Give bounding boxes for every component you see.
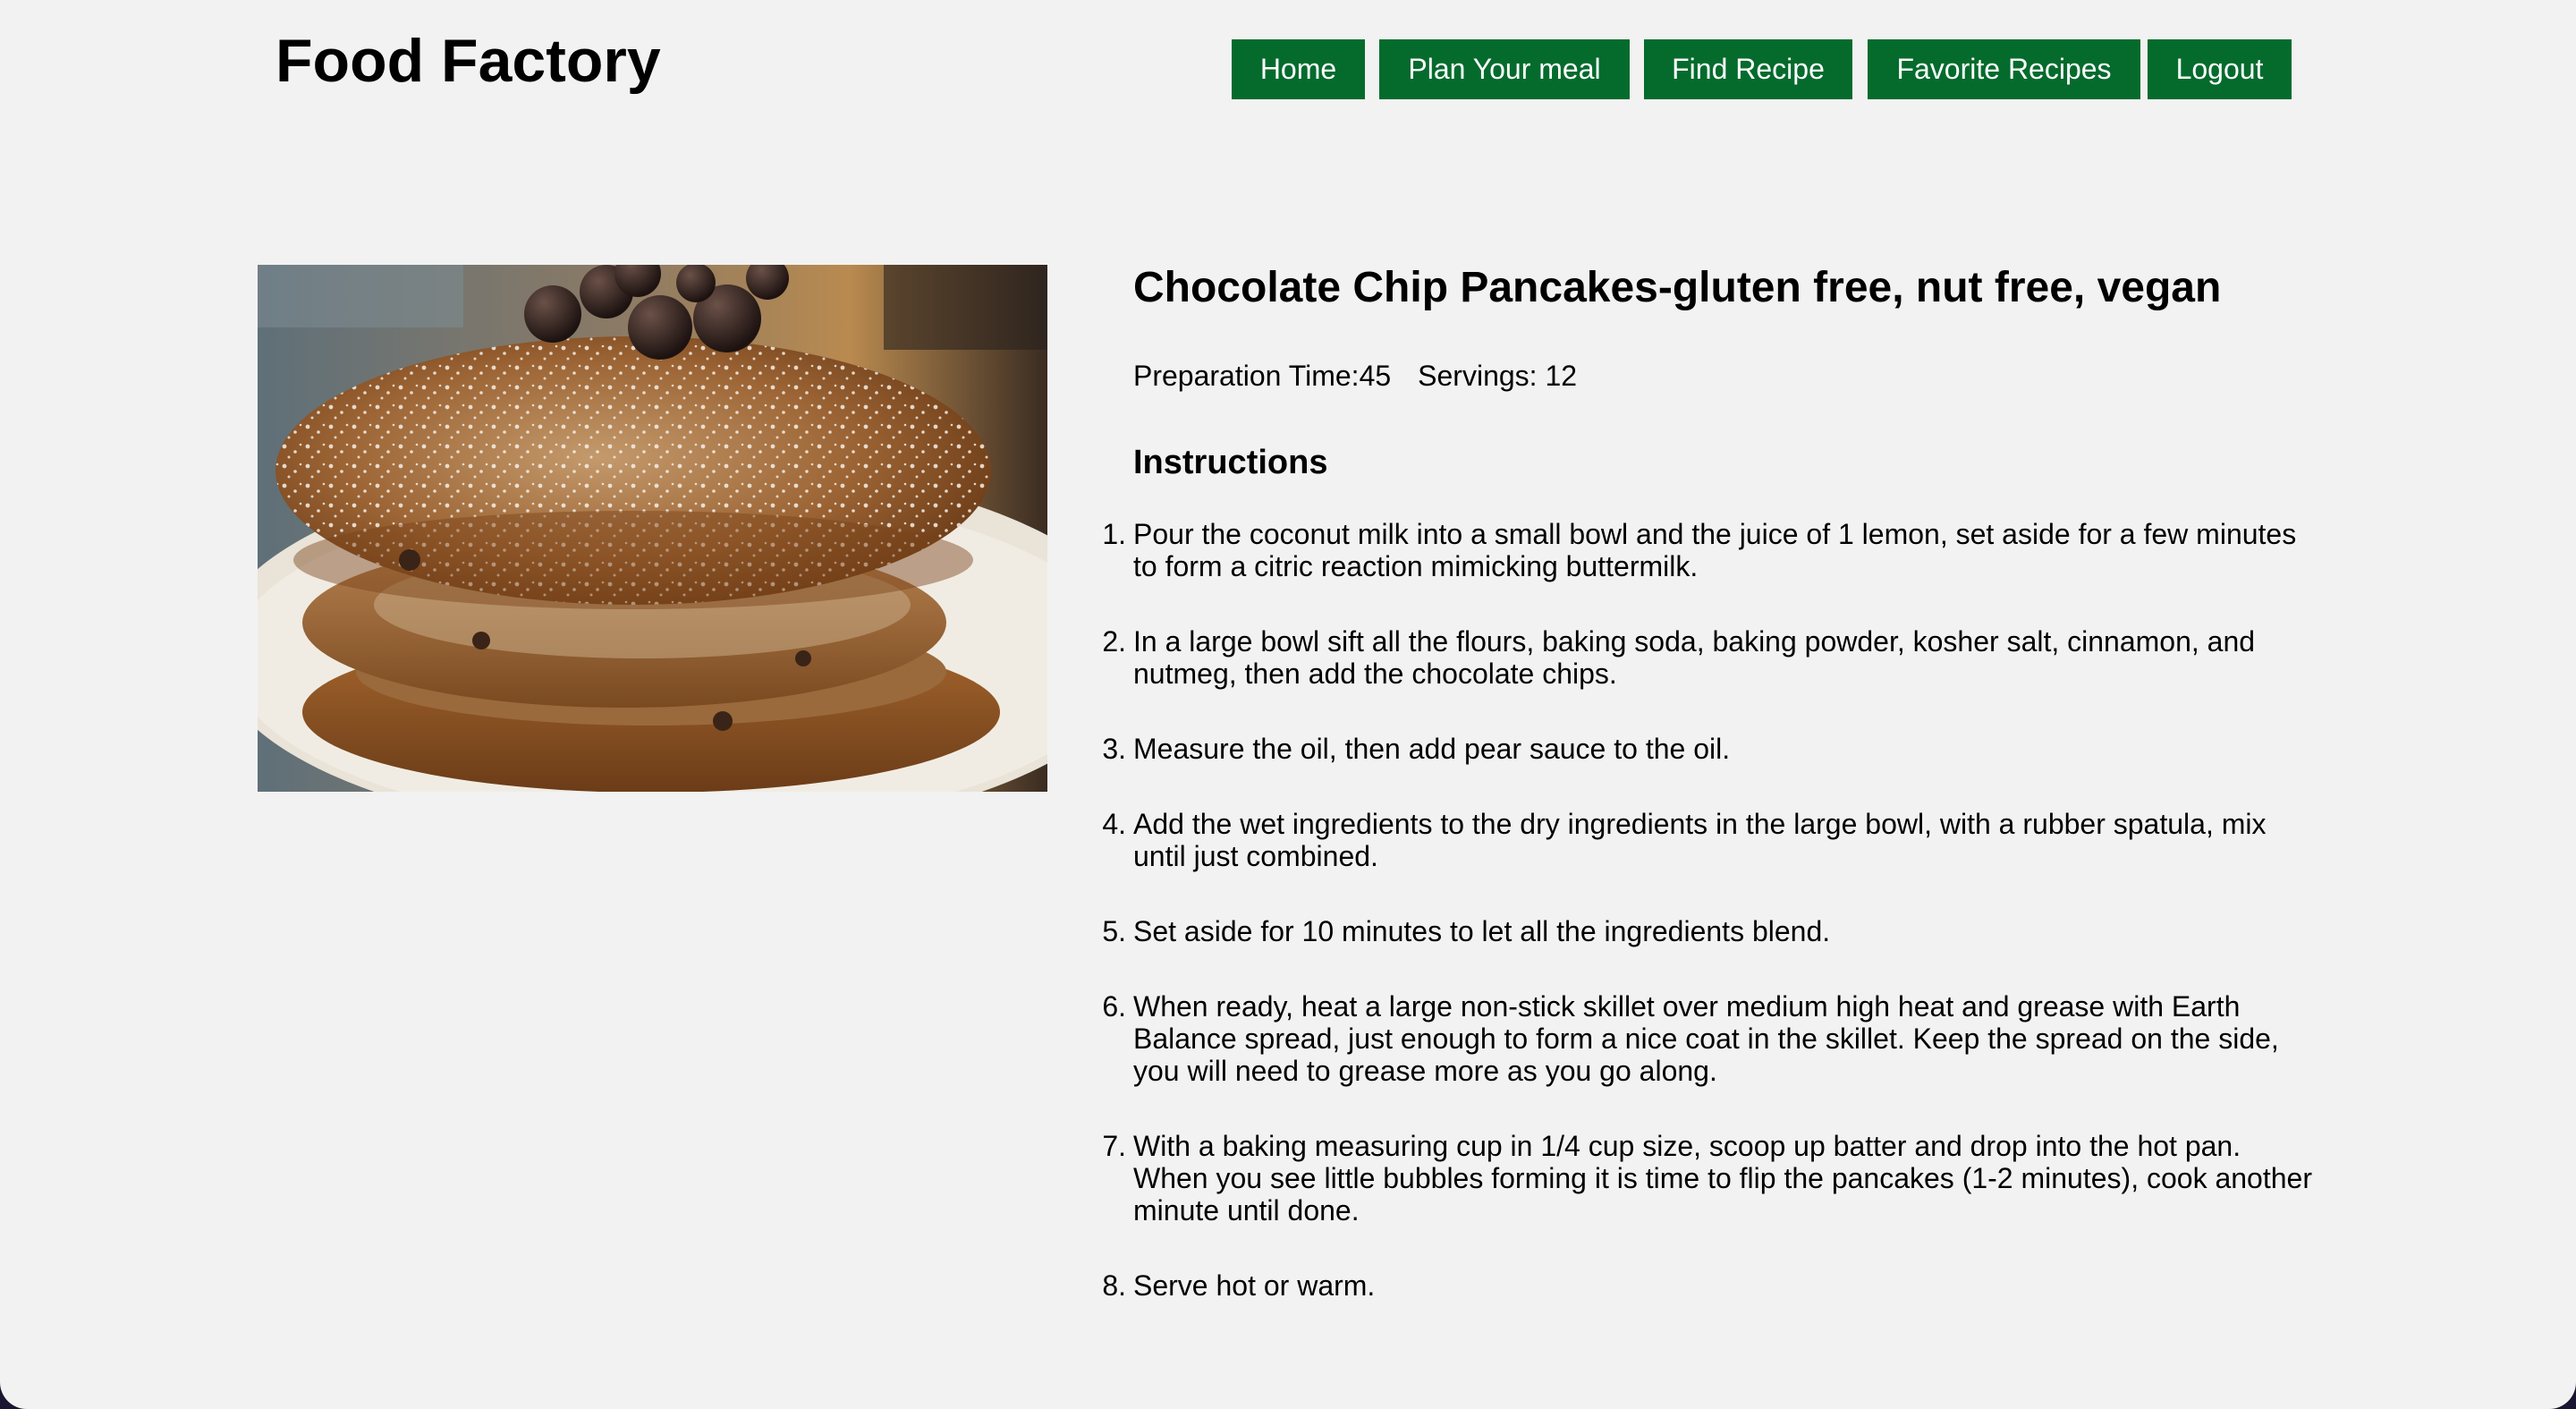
instructions-heading: Instructions xyxy=(1133,444,1328,481)
instruction-step: 2. In a large bowl sift all the flours, … xyxy=(1102,625,2323,690)
recipe-details: Chocolate Chip Pancakes-gluten free, nut… xyxy=(1102,259,2323,1345)
nav-logout-button[interactable]: Logout xyxy=(2148,39,2292,99)
nav-find-recipe-button[interactable]: Find Recipe xyxy=(1644,39,1852,99)
step-text: Serve hot or warm. xyxy=(1133,1269,1376,1302)
servings: Servings: 12 xyxy=(1418,360,1578,392)
instruction-step: 1. Pour the coconut milk into a small bo… xyxy=(1102,518,2323,582)
instruction-step: 7. With a baking measuring cup in 1/4 cu… xyxy=(1102,1130,2323,1227)
recipe-meta: Preparation Time:45 Servings: 12 xyxy=(1133,358,2323,394)
step-number: 1. xyxy=(1102,518,1126,550)
step-text: Measure the oil, then add pear sauce to … xyxy=(1133,733,1731,765)
step-number: 2. xyxy=(1102,625,1126,658)
instructions-list: 1. Pour the coconut milk into a small bo… xyxy=(1102,518,2323,1302)
recipe-photo xyxy=(258,265,1047,792)
instruction-step: 8. Serve hot or warm. xyxy=(1102,1269,2323,1302)
instruction-step: 6. When ready, heat a large non-stick sk… xyxy=(1102,990,2323,1087)
instruction-step: 5. Set aside for 10 minutes to let all t… xyxy=(1102,915,2323,947)
prep-time: Preparation Time:45 xyxy=(1133,360,1392,392)
step-number: 6. xyxy=(1102,990,1126,1023)
instruction-step: 4. Add the wet ingredients to the dry in… xyxy=(1102,808,2323,872)
step-number: 3. xyxy=(1102,733,1126,765)
step-text: When ready, heat a large non-stick skill… xyxy=(1133,990,2279,1087)
step-text: With a baking measuring cup in 1/4 cup s… xyxy=(1133,1130,2312,1227)
nav-plan-meal-button[interactable]: Plan Your meal xyxy=(1379,39,1630,99)
step-number: 5. xyxy=(1102,915,1126,947)
recipe-title: Chocolate Chip Pancakes-gluten free, nut… xyxy=(1133,264,2222,311)
step-number: 4. xyxy=(1102,808,1126,840)
recipe-page: Food Factory Home Plan Your meal Find Re… xyxy=(0,0,2576,1409)
step-number: 7. xyxy=(1102,1130,1126,1162)
step-text: In a large bowl sift all the flours, bak… xyxy=(1133,625,2256,690)
nav-favorite-recipes-button[interactable]: Favorite Recipes xyxy=(1868,39,2140,99)
step-text: Add the wet ingredients to the dry ingre… xyxy=(1133,808,2267,872)
nav-home-button[interactable]: Home xyxy=(1232,39,1365,99)
step-text: Set aside for 10 minutes to let all the … xyxy=(1133,915,1831,947)
step-text: Pour the coconut milk into a small bowl … xyxy=(1133,518,2297,582)
site-logo[interactable]: Food Factory xyxy=(275,23,661,98)
step-number: 8. xyxy=(1102,1269,1126,1302)
instruction-step: 3. Measure the oil, then add pear sauce … xyxy=(1102,733,2323,765)
